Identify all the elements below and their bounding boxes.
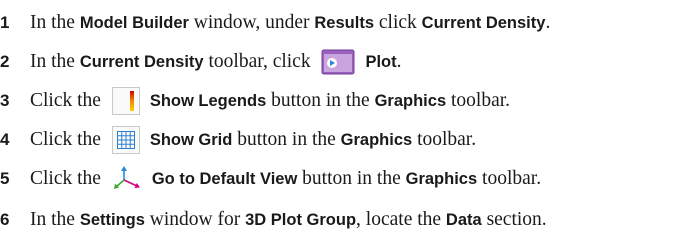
step-text: toolbar.: [446, 90, 511, 111]
ui-term: Show Legends: [149, 91, 267, 110]
step-text: toolbar.: [477, 168, 542, 189]
step-text: .: [545, 12, 551, 33]
step-number: 2: [0, 52, 10, 71]
step-text: window, under: [188, 12, 315, 33]
step-text: button in the: [232, 129, 341, 150]
step-text: section.: [481, 209, 547, 230]
show-legends-icon: [111, 87, 140, 115]
step-text: In the: [30, 51, 80, 72]
step-4: 4 Click the Show Grid button in the Graph…: [0, 125, 476, 155]
ui-term: Plot: [365, 52, 397, 71]
show-grid-icon: [111, 126, 140, 154]
go-to-default-view-icon: [112, 165, 142, 193]
step-5: 5 Click the Go to Default View button in …: [0, 164, 541, 194]
step-text: .: [396, 51, 402, 72]
step-text: toolbar, click: [203, 51, 316, 72]
step-number: 1: [0, 13, 10, 32]
ui-term: Results: [314, 13, 374, 32]
ui-term: Data: [445, 210, 482, 229]
step-text: toolbar.: [412, 129, 477, 150]
step-text: , locate the: [356, 209, 446, 230]
ui-term: Model Builder: [79, 13, 189, 32]
step-number: 6: [0, 210, 10, 229]
step-text: window for: [144, 209, 246, 230]
instruction-steps: 1 In the Model Builder window, under Resu…: [0, 0, 697, 245]
step-number: 5: [0, 169, 10, 188]
step-2: 2 In the Current Density toolbar, click P…: [0, 47, 402, 77]
ui-term: Show Grid: [149, 130, 233, 149]
step-number: 4: [0, 130, 10, 149]
step-text: Click the: [30, 168, 106, 189]
ui-term: Current Density: [79, 52, 204, 71]
ui-term: Go to Default View: [151, 169, 298, 188]
step-text: click: [374, 12, 422, 33]
ui-term: Graphics: [340, 130, 413, 149]
ui-term: Settings: [79, 210, 145, 229]
step-text: button in the: [266, 90, 375, 111]
step-text: Click the: [30, 129, 106, 150]
ui-term: Graphics: [374, 91, 447, 110]
plot-icon: [321, 49, 355, 75]
ui-term: Current Density: [421, 13, 546, 32]
step-number: 3: [0, 91, 10, 110]
step-1: 1 In the Model Builder window, under Resu…: [0, 8, 550, 38]
ui-term: 3D Plot Group: [245, 210, 357, 229]
step-text: Click the: [30, 90, 106, 111]
step-text: In the: [30, 12, 80, 33]
step-text: button in the: [297, 168, 406, 189]
ui-term: Graphics: [405, 169, 478, 188]
step-3: 3 Click the Show Legends button in the Gr…: [0, 86, 510, 116]
step-text: In the: [30, 209, 80, 230]
step-6: 6 In the Settings window for 3D Plot Grou…: [0, 205, 547, 235]
